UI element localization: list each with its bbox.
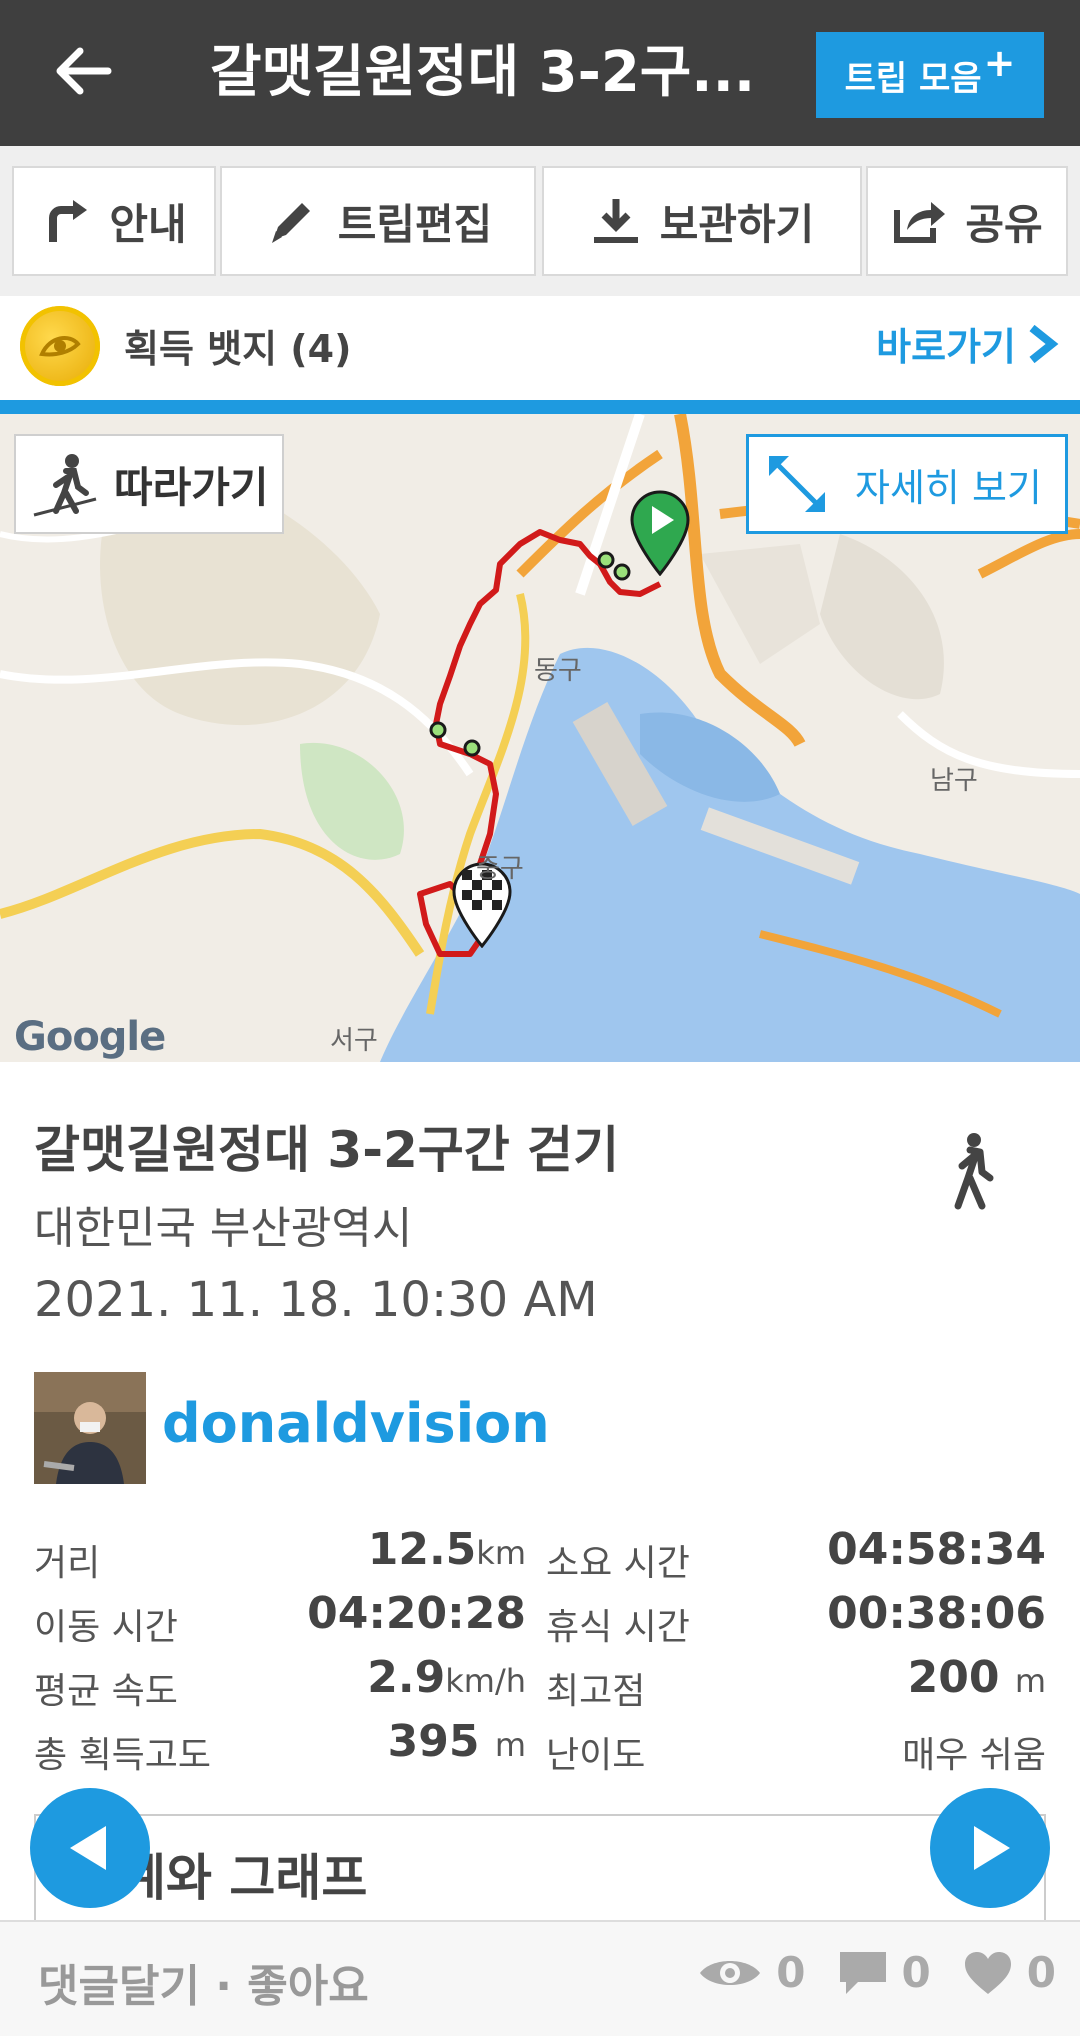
download-icon xyxy=(593,199,638,243)
map-label-seo-gu: 서구 xyxy=(330,1026,378,1056)
difficulty-label: 난이도 xyxy=(546,1735,646,1776)
next-button[interactable] xyxy=(930,1788,1050,1908)
go-link-label: 바로가기 xyxy=(876,325,1016,369)
previous-button[interactable] xyxy=(30,1788,150,1908)
google-logo: Google xyxy=(14,1014,166,1060)
badge-row[interactable]: 획득 뱃지 (4) 바로가기 xyxy=(0,296,1080,400)
avatar[interactable] xyxy=(34,1372,146,1484)
start-marker-icon xyxy=(630,490,690,576)
follow-label: 따라가기 xyxy=(114,462,269,512)
engagement-counts: 0 0 0 xyxy=(698,1948,1056,1997)
heart-icon xyxy=(964,1951,1011,1994)
difficulty-value: 매우 쉬움 xyxy=(902,1735,1046,1776)
triangle-left-icon xyxy=(70,1826,106,1870)
walking-icon xyxy=(954,1133,994,1210)
trip-name: 갈맷길원정대 3-2구간 걷기 xyxy=(34,1121,620,1179)
turn-right-icon xyxy=(49,200,88,242)
stats-row: 거리 12.5km 소요 시간 04:58:34 xyxy=(34,1522,1046,1584)
eye-icon xyxy=(700,1960,761,1985)
comment-icon xyxy=(839,1951,886,1994)
divider-line xyxy=(0,400,1080,414)
plus-icon: + xyxy=(983,41,1016,85)
max-altitude-label: 최고점 xyxy=(546,1671,646,1712)
share-label: 공유 xyxy=(965,199,1043,249)
edit-trip-button[interactable]: 트립편집 xyxy=(220,166,536,276)
rest-time-value: 00:38:06 xyxy=(827,1588,1046,1639)
badge-count-label: 획득 뱃지 (4) xyxy=(124,327,352,371)
follow-button[interactable]: 따라가기 xyxy=(14,434,284,534)
save-label: 보관하기 xyxy=(659,199,815,249)
triangle-right-icon xyxy=(974,1826,1010,1870)
moving-time-value: 04:20:28 xyxy=(307,1588,526,1639)
views-count: 0 xyxy=(776,1948,806,1997)
action-toolbar: 안내 트립편집 보관하기 공유 xyxy=(0,146,1080,296)
distance-label: 거리 xyxy=(34,1543,101,1584)
map-label-dong-gu: 동구 xyxy=(534,656,582,686)
comment-like-link[interactable]: 댓글달기 · 좋아요 xyxy=(38,1950,369,2014)
trip-collection-button[interactable]: 트립 모음 + xyxy=(816,32,1044,118)
elevation-gain-value: 395 m xyxy=(387,1716,526,1767)
pencil-icon xyxy=(271,203,310,243)
duration-label: 소요 시간 xyxy=(546,1543,690,1584)
graph-section-title: 계와 그래프 xyxy=(120,1849,368,1907)
trip-collection-label: 트립 모음 xyxy=(844,58,982,99)
map-label-jung-gu: 중구 xyxy=(476,854,524,884)
username-link[interactable]: donaldvision xyxy=(162,1392,550,1455)
share-button[interactable]: 공유 xyxy=(866,166,1068,276)
avg-speed-value: 2.9km/h xyxy=(367,1652,526,1703)
stats-row: 총 획득고도 395 m 난이도 매우 쉬움 xyxy=(34,1714,1046,1776)
moving-time-label: 이동 시간 xyxy=(34,1607,178,1648)
share-icon xyxy=(894,202,946,243)
stats-row: 평균 속도 2.9km/h 최고점 200 m xyxy=(34,1650,1046,1712)
distance-value: 12.5km xyxy=(367,1524,526,1575)
elevation-gain-label: 총 획득고도 xyxy=(34,1735,212,1776)
save-button[interactable]: 보관하기 xyxy=(542,166,862,276)
hiker-icon xyxy=(33,454,97,517)
max-altitude-value: 200 m xyxy=(907,1652,1046,1703)
guide-label: 안내 xyxy=(109,199,187,249)
edit-trip-label: 트립편집 xyxy=(337,199,493,249)
page-title: 갈맷길원정대 3-2구... xyxy=(210,40,756,105)
expand-icon xyxy=(769,456,825,512)
bottom-bar: 댓글달기 · 좋아요 0 0 0 xyxy=(0,1920,1080,2036)
trip-date: 2021. 11. 18. 10:30 AM xyxy=(34,1272,598,1328)
back-button[interactable] xyxy=(48,36,128,112)
trip-location: 대한민국 부산광역시 xyxy=(34,1203,413,1254)
route-map[interactable]: 동구 남구 서구 중구 따라가기 자세히 보기 Google xyxy=(0,414,1080,1062)
map-label-nam-gu: 남구 xyxy=(930,766,978,796)
badge-coin-icon xyxy=(20,306,100,386)
app-header: 갈맷길원정대 3-2구... 트립 모음 + xyxy=(0,0,1080,146)
avg-speed-label: 평균 속도 xyxy=(34,1671,178,1712)
likes-count: 0 xyxy=(1026,1948,1056,1997)
stats-row: 이동 시간 04:20:28 휴식 시간 00:38:06 xyxy=(34,1586,1046,1648)
detail-label: 자세히 보기 xyxy=(855,465,1042,510)
guide-button[interactable]: 안내 xyxy=(12,166,216,276)
go-badges-link[interactable]: 바로가기 xyxy=(876,316,1060,371)
detail-view-button[interactable]: 자세히 보기 xyxy=(746,434,1068,534)
chevron-right-icon xyxy=(1029,324,1059,363)
duration-value: 04:58:34 xyxy=(827,1524,1046,1575)
rest-time-label: 휴식 시간 xyxy=(546,1607,690,1648)
comments-count: 0 xyxy=(901,1948,931,1997)
arrow-left-icon xyxy=(56,47,112,95)
